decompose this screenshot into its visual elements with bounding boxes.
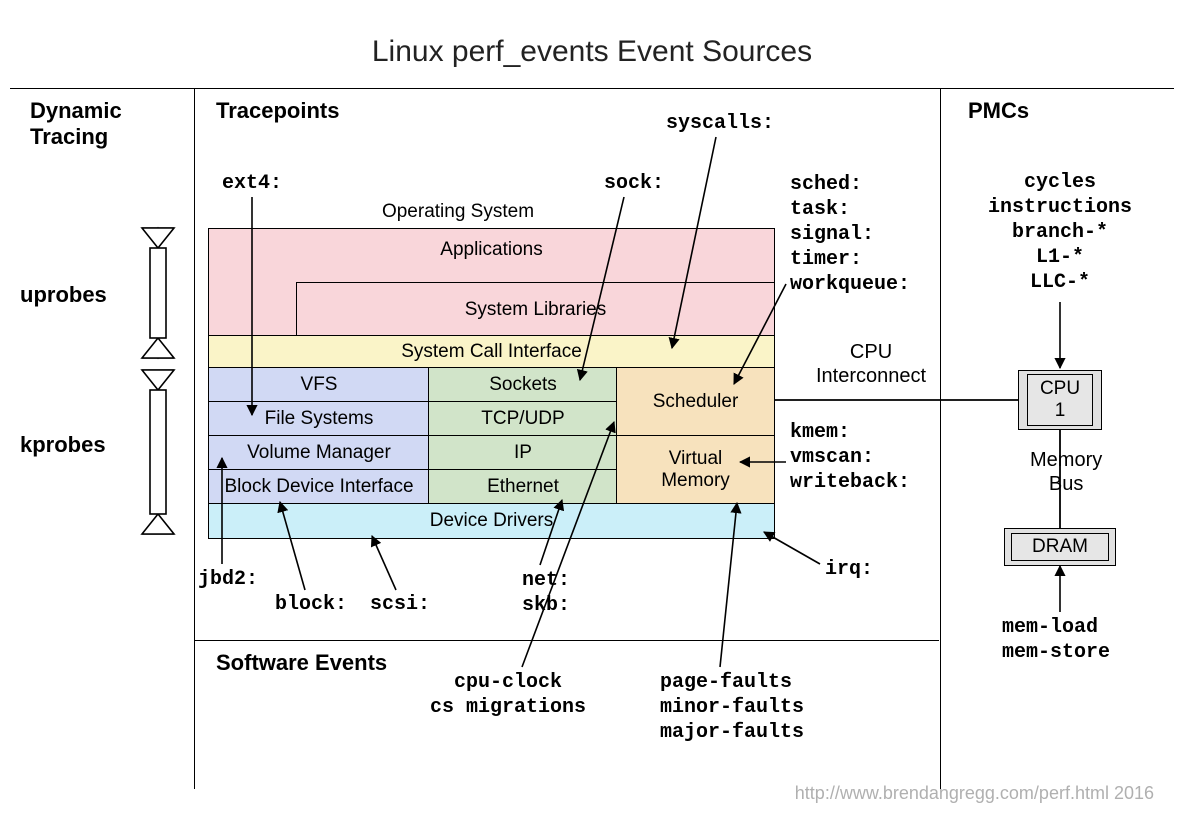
- heading-dynamic-tracing: Dynamic Tracing: [30, 98, 122, 150]
- layer-device-drivers: Device Drivers: [208, 503, 775, 539]
- hw-cpu-box: CPU 1: [1018, 370, 1102, 430]
- label-kmem-group: kmem: vmscan: writeback:: [790, 420, 910, 495]
- label-cpu-interconnect: CPU Interconnect: [816, 340, 926, 388]
- attribution: http://www.brendangregg.com/perf.html 20…: [795, 783, 1154, 804]
- layer-ip: IP: [428, 435, 618, 471]
- label-pmc-cpu: cycles instructions branch-* L1-* LLC-*: [960, 170, 1160, 295]
- hw-cpu-inner: CPU 1: [1027, 374, 1093, 426]
- label-syscalls: syscalls:: [666, 112, 774, 135]
- heading-pmcs: PMCs: [968, 98, 1029, 124]
- divider-swevents: [194, 640, 939, 641]
- divider-col1: [194, 88, 195, 789]
- layer-ethernet: Ethernet: [428, 469, 618, 505]
- layer-scheduler: Scheduler: [616, 367, 775, 437]
- page-title: Linux perf_events Event Sources: [0, 35, 1184, 69]
- layer-volume-manager: Volume Manager: [208, 435, 430, 471]
- label-fault-events: page-faults minor-faults major-faults: [660, 670, 804, 745]
- hw-cpu-num: 1: [1055, 400, 1066, 422]
- divider-top: [10, 88, 1174, 89]
- layer-virtual-memory: Virtual Memory: [616, 435, 775, 505]
- label-scsi: scsi:: [370, 593, 430, 616]
- layer-sci: System Call Interface: [208, 335, 775, 369]
- layer-tcp-udp: TCP/UDP: [428, 401, 618, 437]
- layer-sockets: Sockets: [428, 367, 618, 403]
- layer-applications: Applications: [440, 239, 542, 261]
- hw-dram-label: DRAM: [1032, 536, 1088, 558]
- heading-tracepoints: Tracepoints: [216, 98, 339, 124]
- label-block: block:: [275, 593, 347, 616]
- label-jbd2: jbd2:: [198, 568, 258, 591]
- layer-vfs: VFS: [208, 367, 430, 403]
- divider-col2: [940, 88, 941, 789]
- heading-software-events: Software Events: [216, 650, 387, 676]
- label-irq: irq:: [825, 558, 873, 581]
- layer-system-libraries: System Libraries: [296, 282, 775, 337]
- hw-dram-inner: DRAM: [1011, 533, 1109, 561]
- label-sock: sock:: [604, 172, 664, 195]
- label-ext4: ext4:: [222, 172, 282, 195]
- label-pmc-mem: mem-load mem-store: [1002, 615, 1110, 665]
- label-kprobes: kprobes: [20, 432, 106, 458]
- layer-file-systems: File Systems: [208, 401, 430, 437]
- label-sched-group: sched: task: signal: timer: workqueue:: [790, 172, 910, 297]
- hw-dram-box: DRAM: [1004, 528, 1116, 566]
- label-os: Operating System: [338, 201, 578, 223]
- label-uprobes: uprobes: [20, 282, 107, 308]
- layer-block-device: Block Device Interface: [208, 469, 430, 505]
- label-memory-bus: Memory Bus: [1030, 448, 1102, 496]
- label-net-group: net: skb:: [522, 568, 570, 618]
- hw-cpu-label: CPU: [1040, 378, 1080, 400]
- label-cpu-events: cpu-clock cs migrations: [430, 670, 586, 720]
